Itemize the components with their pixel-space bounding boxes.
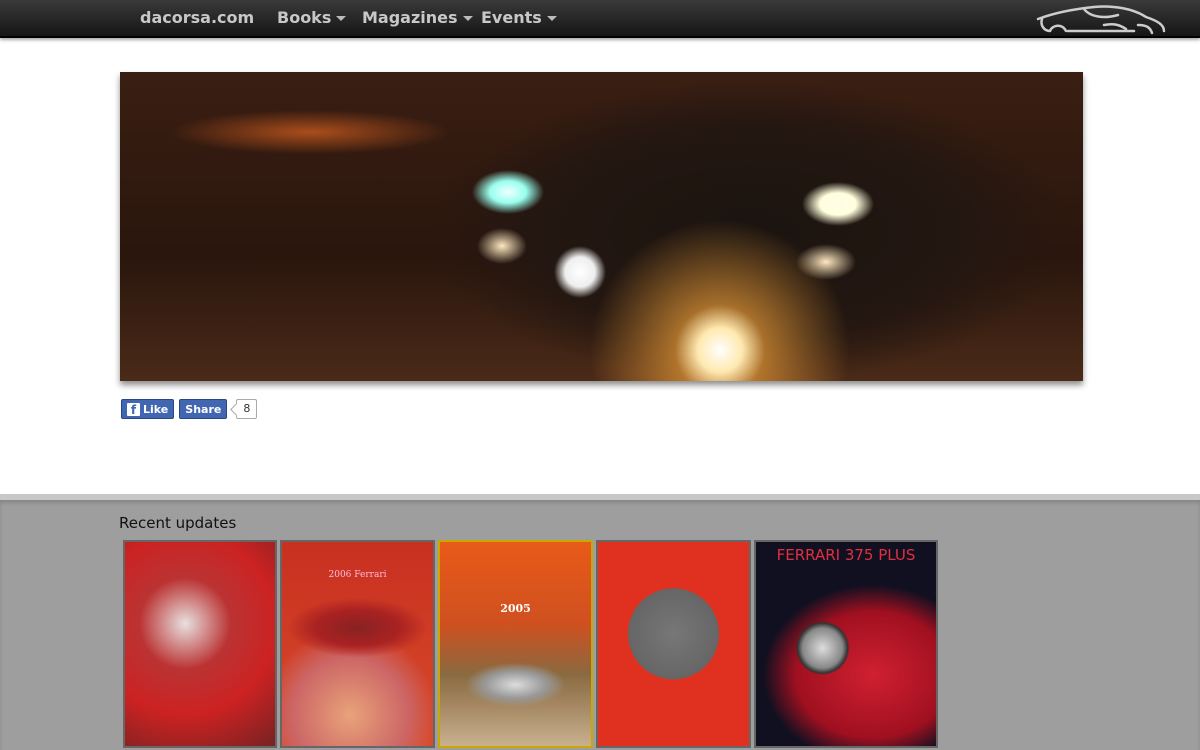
top-navbar: dacorsa.com Books Magazines Events: [0, 0, 1200, 38]
book-cover[interactable]: [123, 540, 277, 748]
nav-books[interactable]: Books: [277, 8, 347, 27]
nav-label: Magazines: [362, 8, 458, 27]
caret-down-icon: [336, 16, 347, 21]
cover-lettering: 2005: [500, 602, 531, 615]
nav-label: Books: [277, 8, 332, 27]
share-count: 8: [236, 399, 258, 419]
nav-label: Events: [481, 8, 542, 27]
like-label: Like: [143, 402, 169, 416]
caret-down-icon: [462, 16, 473, 21]
book-cover[interactable]: [596, 540, 751, 748]
book-cover[interactable]: 2006 Ferrari: [280, 540, 435, 748]
cover-lettering: FERRARI 375 PLUS: [776, 546, 916, 564]
cover-lettering: 2006 Ferrari: [328, 570, 387, 580]
caret-down-icon: [546, 16, 557, 21]
share-label: Share: [185, 402, 222, 416]
facebook-icon: f: [127, 402, 140, 417]
facebook-like-button[interactable]: f Like: [121, 399, 175, 419]
car-logo-icon[interactable]: [1034, 3, 1168, 35]
nav-events[interactable]: Events: [481, 8, 557, 27]
section-heading: Recent updates: [119, 514, 237, 532]
facebook-share-button[interactable]: Share: [179, 399, 228, 419]
book-cover[interactable]: 2005: [438, 540, 593, 748]
brand-link[interactable]: dacorsa.com: [140, 8, 254, 27]
book-cover[interactable]: FERRARI 375 PLUS: [754, 540, 938, 748]
nav-magazines[interactable]: Magazines: [362, 8, 473, 27]
hero-banner-image: [120, 72, 1083, 381]
facebook-social-buttons: f Like Share 8: [121, 399, 258, 419]
